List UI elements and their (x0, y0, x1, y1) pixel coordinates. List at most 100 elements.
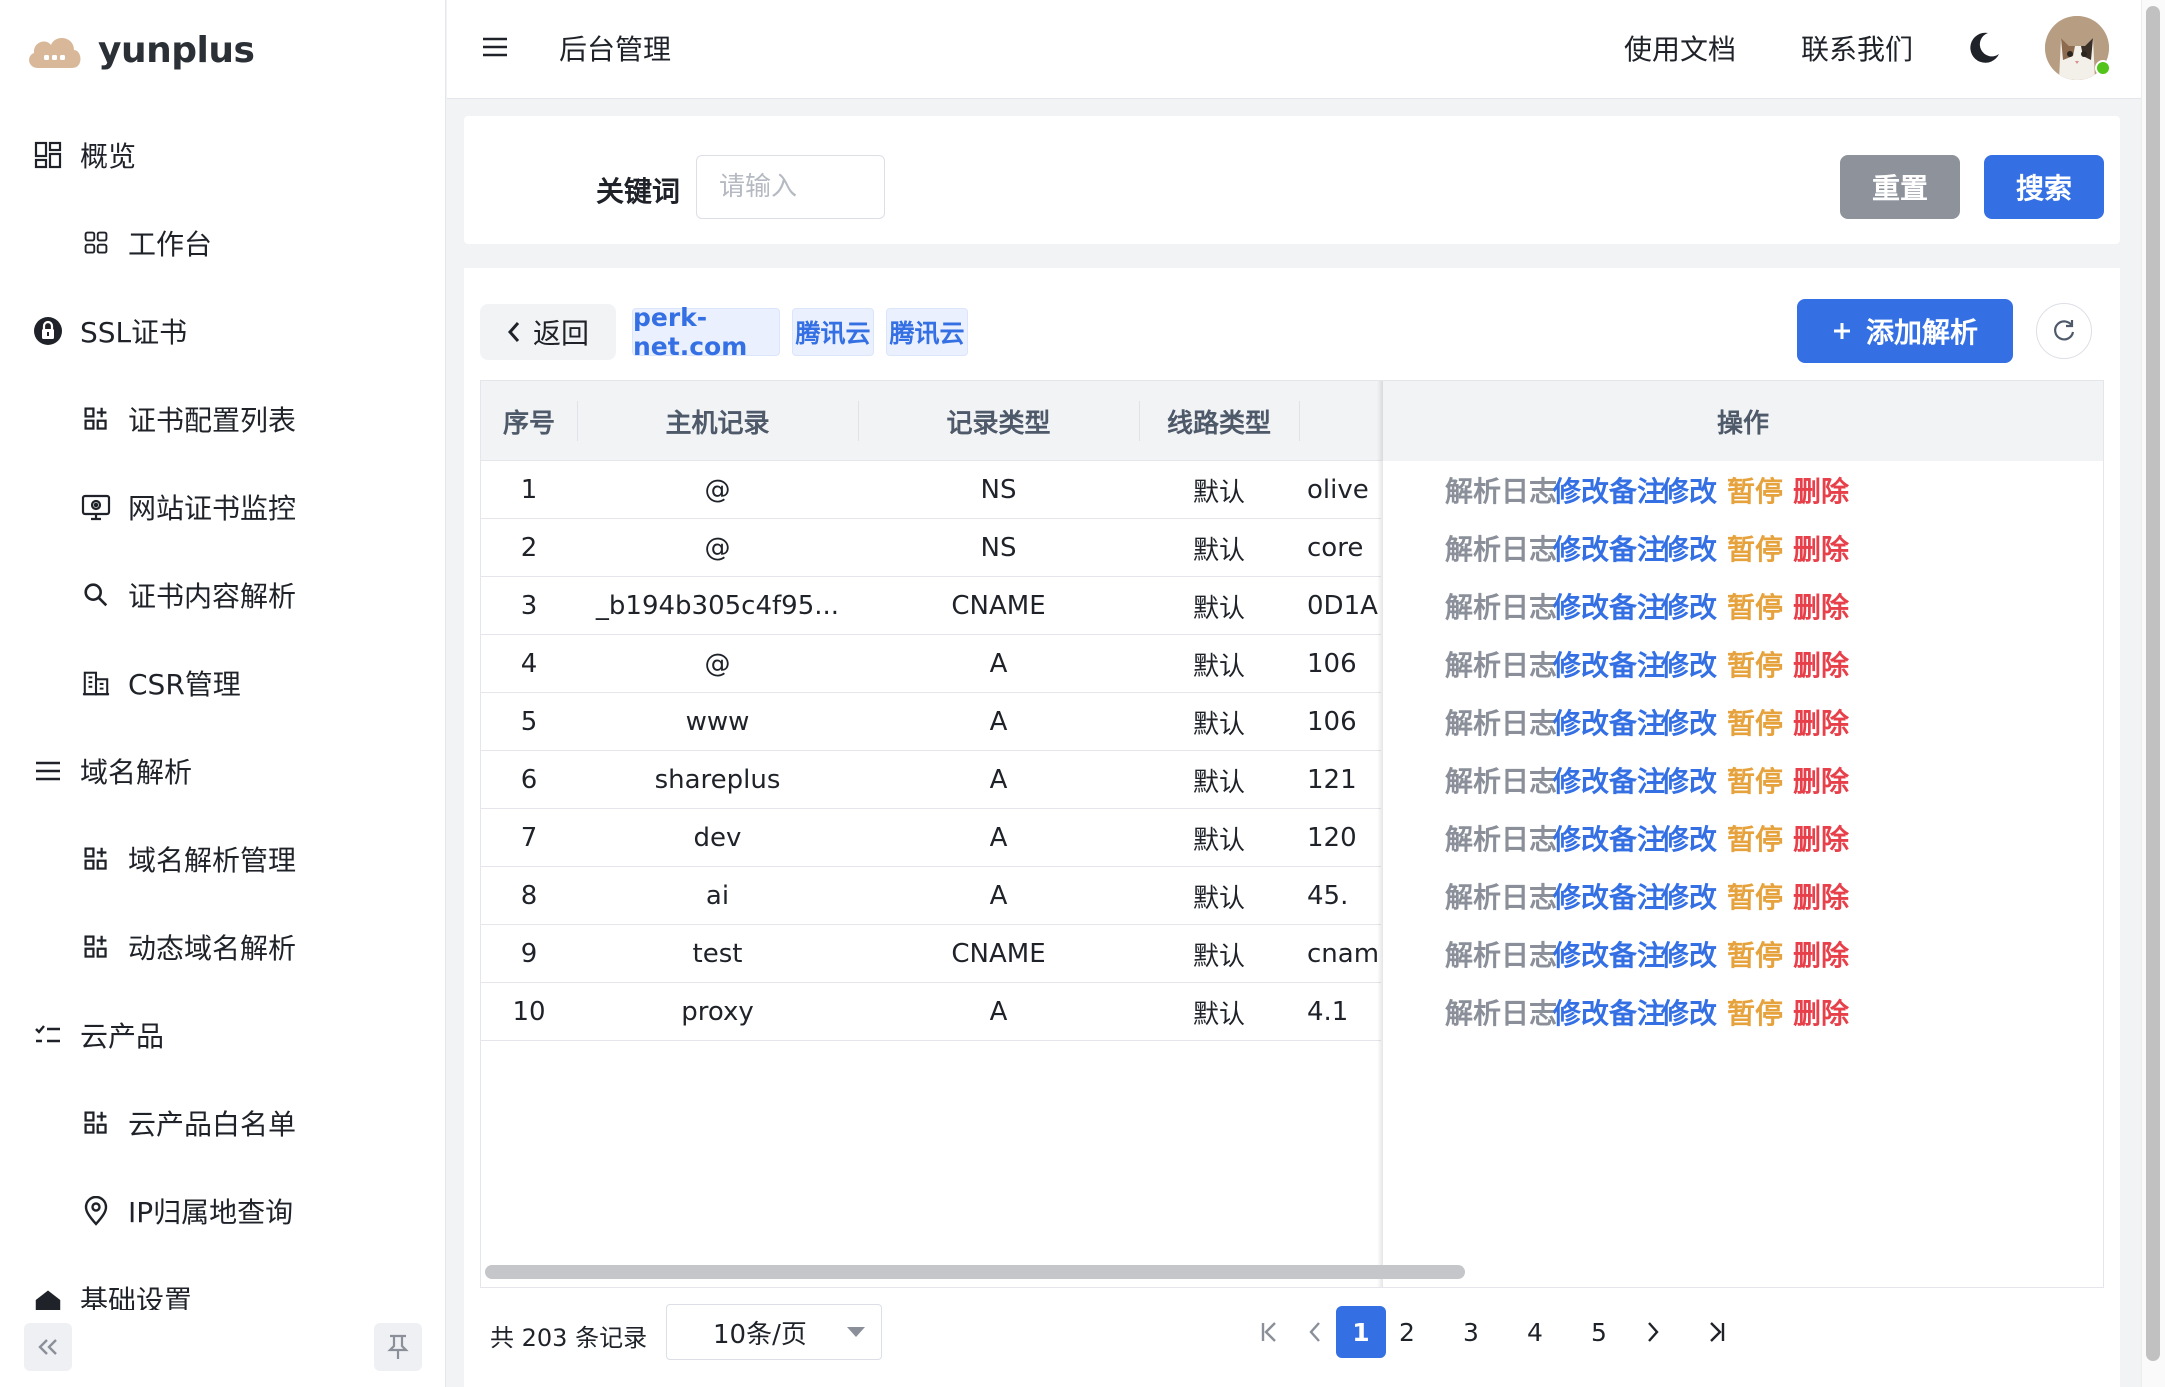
edit-remark-button[interactable]: 修改备注 (1553, 925, 1665, 983)
delete-button[interactable]: 删除 (1793, 461, 1849, 519)
edit-button[interactable]: 修改 (1661, 867, 1717, 925)
edit-remark-button[interactable]: 修改备注 (1553, 461, 1665, 519)
view-log-button[interactable]: 解析日志 (1445, 809, 1557, 867)
pause-button[interactable]: 暂停 (1727, 809, 1783, 867)
sidebar-item-ddns[interactable]: 动态域名解析 (0, 903, 445, 991)
pause-button[interactable]: 暂停 (1727, 693, 1783, 751)
menu-toggle-icon[interactable] (481, 33, 509, 61)
edit-remark-button[interactable]: 修改备注 (1553, 693, 1665, 751)
docs-link[interactable]: 使用文档 (1624, 28, 1736, 68)
edit-button[interactable]: 修改 (1661, 693, 1717, 751)
sidebar-item-ip-lookup[interactable]: IP归属地查询 (0, 1167, 445, 1255)
cell-type: CNAME (858, 577, 1139, 635)
sidebar-item-cert-parse[interactable]: 证书内容解析 (0, 551, 445, 639)
next-page-button[interactable] (1628, 1306, 1678, 1358)
refresh-button[interactable] (2036, 303, 2092, 359)
edit-remark-button[interactable]: 修改备注 (1553, 983, 1665, 1041)
refresh-icon (2051, 318, 2077, 344)
edit-button[interactable]: 修改 (1661, 809, 1717, 867)
sidebar-item-csr[interactable]: CSR管理 (0, 639, 445, 727)
sidebar-item-ssl[interactable]: SSL证书 (0, 287, 445, 375)
view-log-button[interactable]: 解析日志 (1445, 519, 1557, 577)
page-button[interactable]: 1 (1336, 1306, 1386, 1358)
pin-sidebar-button[interactable] (374, 1323, 422, 1371)
sidebar-item-site-monitor[interactable]: 网站证书监控 (0, 463, 445, 551)
view-log-button[interactable]: 解析日志 (1445, 577, 1557, 635)
reset-button[interactable]: 重置 (1840, 155, 1960, 219)
page-size-select[interactable]: 10条/页 (666, 1304, 882, 1360)
table-row: 3 _b194b305c4f95... CNAME 默认 0D1A 解析日志 修改备注 修改暂… (481, 577, 2103, 635)
prev-page-button[interactable] (1290, 1306, 1340, 1358)
back-button[interactable]: 返回 (480, 304, 616, 360)
pause-button[interactable]: 暂停 (1727, 635, 1783, 693)
page-size-value: 10条/页 (713, 1319, 807, 1350)
horizontal-scrollbar[interactable] (485, 1265, 1465, 1279)
pause-button[interactable]: 暂停 (1727, 519, 1783, 577)
edit-button[interactable]: 修改 (1661, 983, 1717, 1041)
cell-host-text: www (685, 707, 750, 737)
edit-remark-button[interactable]: 修改备注 (1553, 577, 1665, 635)
search-button[interactable]: 搜索 (1984, 155, 2104, 219)
pause-button[interactable]: 暂停 (1727, 577, 1783, 635)
view-log-button[interactable]: 解析日志 (1445, 693, 1557, 751)
dark-mode-toggle-icon[interactable] (1966, 30, 2002, 66)
sidebar-item-overview[interactable]: 概览 (0, 111, 445, 199)
delete-button[interactable]: 删除 (1793, 925, 1849, 983)
page-button[interactable]: 5 (1574, 1306, 1624, 1358)
add-record-button[interactable]: 添加解析 (1797, 299, 2013, 363)
sidebar-item-dns[interactable]: 域名解析 (0, 727, 445, 815)
edit-remark-button[interactable]: 修改备注 (1553, 751, 1665, 809)
edit-remark-button[interactable]: 修改备注 (1553, 519, 1665, 577)
cell-index-text: 10 (512, 997, 546, 1027)
pause-button[interactable]: 暂停 (1727, 867, 1783, 925)
delete-button[interactable]: 删除 (1793, 809, 1849, 867)
view-log-button[interactable]: 解析日志 (1445, 635, 1557, 693)
collapse-sidebar-button[interactable] (24, 1323, 72, 1371)
pause-button[interactable]: 暂停 (1727, 751, 1783, 809)
edit-button[interactable]: 修改 (1661, 925, 1717, 983)
delete-button[interactable]: 删除 (1793, 635, 1849, 693)
first-page-button[interactable] (1244, 1306, 1294, 1358)
view-log-button[interactable]: 解析日志 (1445, 461, 1557, 519)
sidebar-item-label: 云产品白名单 (128, 1108, 297, 1141)
edit-button[interactable]: 修改 (1661, 577, 1717, 635)
edit-button[interactable]: 修改 (1661, 751, 1717, 809)
keyword-input[interactable] (696, 155, 885, 219)
delete-button[interactable]: 删除 (1793, 693, 1849, 751)
edit-button[interactable]: 修改 (1661, 519, 1717, 577)
delete-button[interactable]: 删除 (1793, 751, 1849, 809)
edit-button[interactable]: 修改 (1661, 461, 1717, 519)
pause-button[interactable]: 暂停 (1727, 925, 1783, 983)
edit-remark-button[interactable]: 修改备注 (1553, 867, 1665, 925)
row-actions: 解析日志 修改备注 修改 暂停 删除 (1381, 925, 2103, 983)
page-button[interactable]: 3 (1446, 1306, 1496, 1358)
view-log-button[interactable]: 解析日志 (1445, 983, 1557, 1041)
delete-button[interactable]: 删除 (1793, 867, 1849, 925)
view-log-button[interactable]: 解析日志 (1445, 751, 1557, 809)
sidebar-item-dns-manage[interactable]: 域名解析管理 (0, 815, 445, 903)
last-page-button[interactable] (1692, 1306, 1742, 1358)
edit-button[interactable]: 修改 (1661, 635, 1717, 693)
view-log-button[interactable]: 解析日志 (1445, 867, 1557, 925)
brand-logo[interactable]: yunplus (24, 18, 255, 82)
delete-button[interactable]: 删除 (1793, 577, 1849, 635)
pause-button[interactable]: 暂停 (1727, 461, 1783, 519)
page-button[interactable]: 4 (1510, 1306, 1560, 1358)
edit-remark-button[interactable]: 修改备注 (1553, 635, 1665, 693)
cell-index: 8 (481, 867, 577, 925)
edit-remark-button[interactable]: 修改备注 (1553, 809, 1665, 867)
col-actions-header: 操作 (1381, 381, 2103, 461)
cell-line-text: 默认 (1192, 767, 1245, 798)
delete-button[interactable]: 删除 (1793, 519, 1849, 577)
page-button[interactable]: 2 (1382, 1306, 1432, 1358)
sidebar-item-cert-config[interactable]: 证书配置列表 (0, 375, 445, 463)
sidebar-item-cloud-whitelist[interactable]: 云产品白名单 (0, 1079, 445, 1167)
page-scrollbar-thumb[interactable] (2146, 6, 2160, 1361)
delete-button[interactable]: 删除 (1793, 983, 1849, 1041)
pause-button[interactable]: 暂停 (1727, 983, 1783, 1041)
sidebar-item-cloud[interactable]: 云产品 (0, 991, 445, 1079)
cell-line-text: 默认 (1192, 593, 1245, 624)
contact-link[interactable]: 联系我们 (1801, 28, 1913, 68)
view-log-button[interactable]: 解析日志 (1445, 925, 1557, 983)
sidebar-item-workbench[interactable]: 工作台 (0, 199, 445, 287)
